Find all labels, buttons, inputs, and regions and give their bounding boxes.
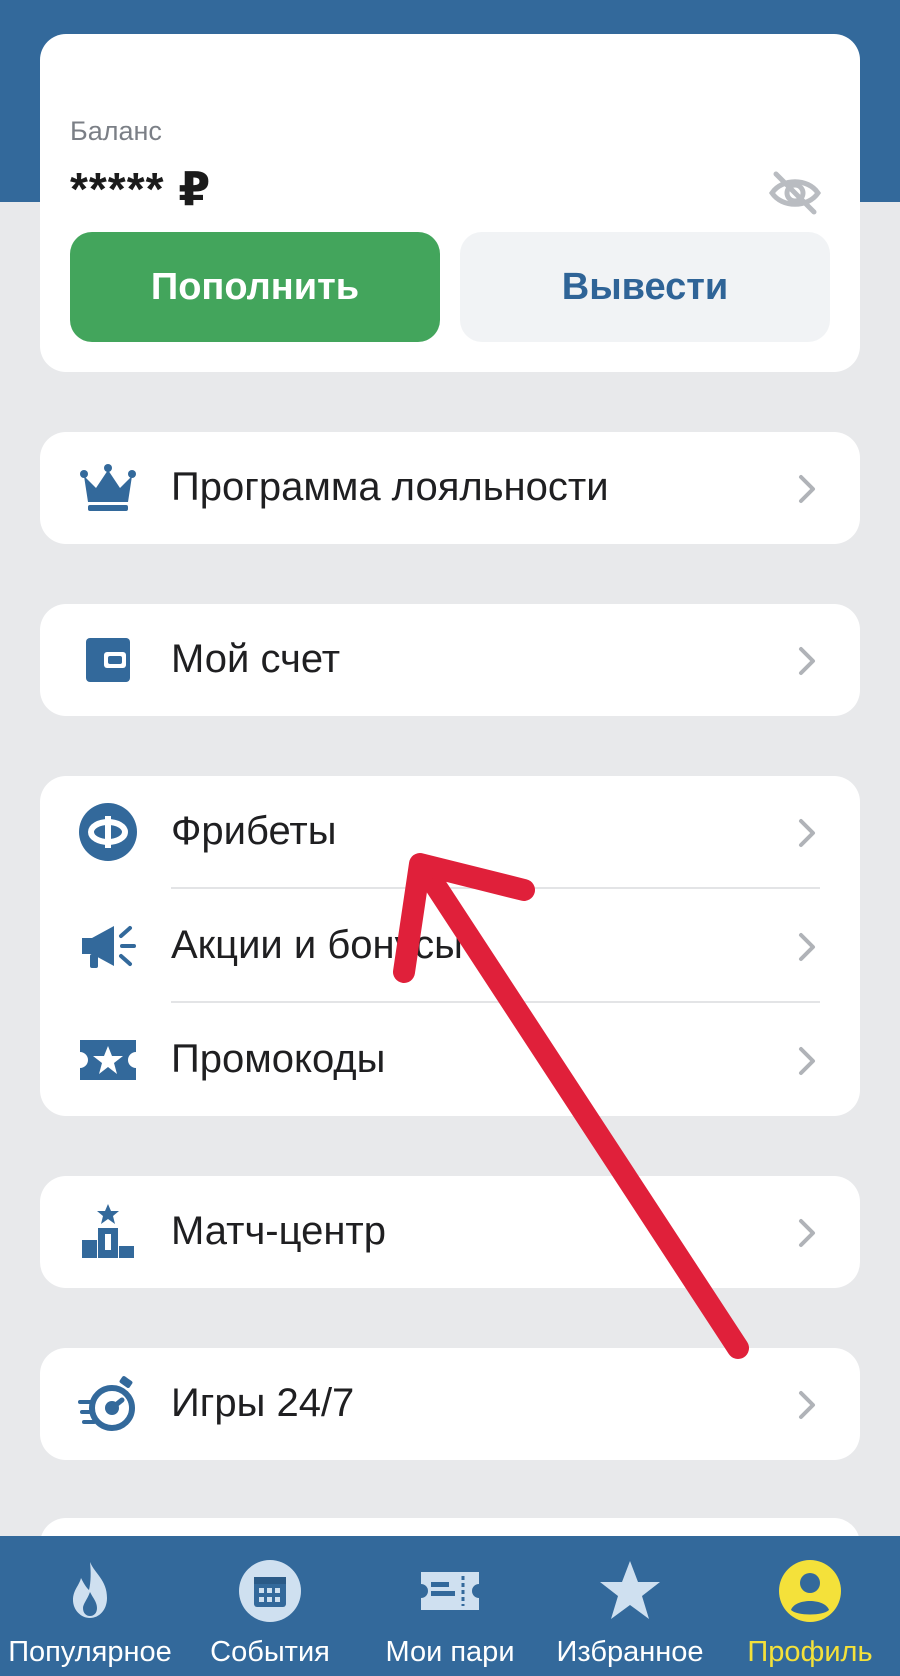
tab-label: События — [210, 1636, 330, 1668]
tab-label: Профиль — [747, 1636, 873, 1668]
menu-item-games[interactable]: Игры 24/7 — [40, 1348, 860, 1460]
eye-off-icon[interactable] — [768, 170, 822, 216]
user-icon — [779, 1560, 841, 1622]
menu-item-label: Матч-центр — [171, 1209, 386, 1253]
crown-icon — [80, 464, 136, 511]
menu-item-match-center[interactable]: Матч-центр — [40, 1176, 860, 1288]
stopwatch-icon — [78, 1376, 135, 1431]
chevron-right-icon — [799, 1219, 815, 1247]
tab-profile[interactable]: Профиль — [720, 1536, 900, 1676]
menu-item-promocodes[interactable]: Промокоды — [40, 1004, 860, 1116]
menu-item-promotions[interactable]: Акции и бонусы — [40, 890, 860, 1002]
menu-item-label: Игры 24/7 — [171, 1381, 355, 1425]
tab-my-bets[interactable]: Мои пари — [360, 1536, 540, 1676]
tab-popular[interactable]: Популярное — [0, 1536, 180, 1676]
chevron-right-icon — [799, 1391, 815, 1419]
ticket-icon — [421, 1572, 479, 1610]
tab-favorites[interactable]: Избранное — [540, 1536, 720, 1676]
chevron-right-icon — [799, 475, 815, 503]
tab-label: Мои пари — [385, 1636, 515, 1668]
chevron-right-icon — [799, 1047, 815, 1075]
match-center-card: Матч-центр — [40, 1176, 860, 1288]
account-card: Мой счет — [40, 604, 860, 716]
podium-icon — [82, 1204, 134, 1258]
menu-item-label: Программа лояльности — [171, 465, 609, 509]
menu-item-loyalty[interactable]: Программа лояльности — [40, 432, 860, 544]
divider — [171, 1001, 820, 1003]
balance-label: Баланс — [70, 116, 162, 146]
flame-icon — [73, 1562, 107, 1618]
loyalty-card: Программа лояльности — [40, 432, 860, 544]
menu-item-freebets[interactable]: Фрибеты — [40, 776, 860, 888]
calendar-icon — [239, 1560, 301, 1622]
freebet-icon — [79, 803, 137, 861]
withdraw-button[interactable]: Вывести — [460, 232, 830, 342]
deposit-button[interactable]: Пополнить — [70, 232, 440, 342]
menu-item-label: Фрибеты — [171, 809, 337, 853]
tab-label: Избранное — [556, 1636, 704, 1668]
divider — [171, 887, 820, 889]
chevron-right-icon — [799, 819, 815, 847]
menu-item-label: Акции и бонусы — [171, 923, 463, 967]
chevron-right-icon — [799, 647, 815, 675]
bonus-card: Фрибеты Акции и бонусы Промокоды — [40, 776, 860, 1116]
balance-value: ***** ₽ — [70, 163, 212, 215]
menu-item-label: Мой счет — [171, 637, 341, 681]
wallet-icon — [86, 638, 130, 682]
menu-item-account[interactable]: Мой счет — [40, 604, 860, 716]
balance-card: Баланс ***** ₽ Пополнить Вывести — [40, 34, 860, 372]
tab-label: Популярное — [8, 1636, 172, 1668]
tab-events[interactable]: События — [180, 1536, 360, 1676]
menu-item-label: Промокоды — [171, 1037, 386, 1081]
games-card: Игры 24/7 — [40, 1348, 860, 1460]
bottom-tab-bar: Популярное События Мои пари Избранное Пр… — [0, 1536, 900, 1676]
ticket-star-icon — [80, 1040, 136, 1080]
chevron-right-icon — [799, 933, 815, 961]
megaphone-icon — [82, 926, 136, 968]
star-icon — [600, 1561, 660, 1619]
